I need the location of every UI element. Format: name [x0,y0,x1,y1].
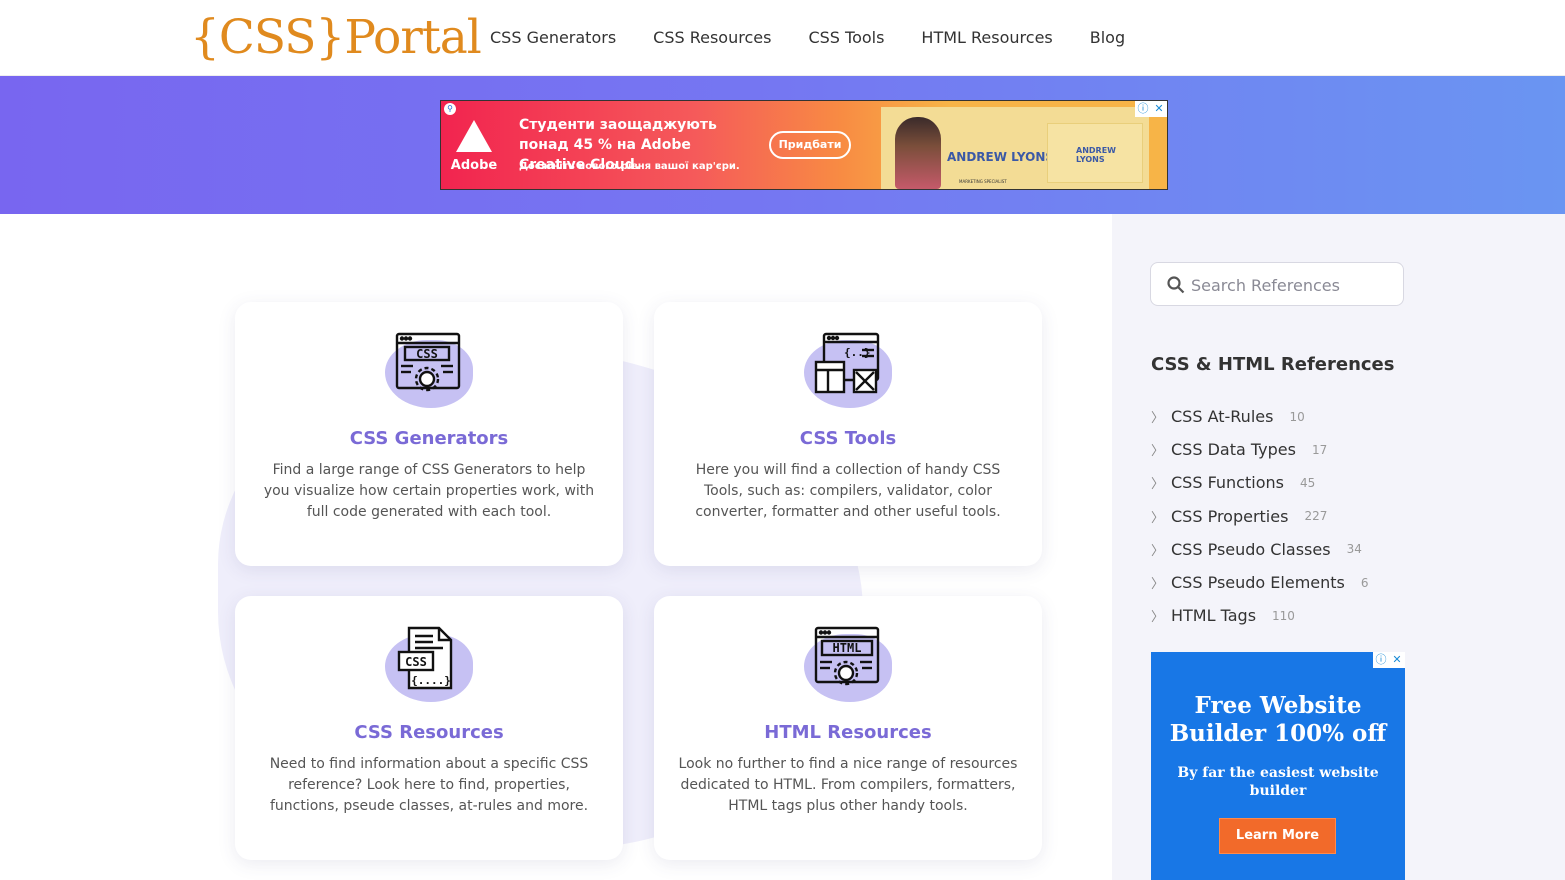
site-header: {CSS}Portal CSS Generators CSS Resources… [0,0,1565,76]
ref-count: 17 [1311,442,1328,457]
ad-controls: ⓘ ✕ [1373,652,1405,668]
ref-item-css-pseudo-elements[interactable]: 〉 CSS Pseudo Elements 6 [1151,566,1369,599]
ref-count: 227 [1304,509,1328,524]
html-resources-icon: HTML [802,626,894,704]
ref-count: 6 [1360,575,1369,590]
ref-label[interactable]: CSS Pseudo Classes [1171,540,1331,559]
card-title[interactable]: HTML Resources [654,722,1042,743]
svg-text:HTML: HTML [833,641,862,655]
card-title[interactable]: CSS Generators [235,428,623,449]
ref-count: 34 [1346,542,1362,557]
ad-info-icon[interactable]: ⓘ [1135,101,1151,117]
ref-label[interactable]: CSS Functions [1171,473,1284,492]
css-tools-icon: {..} [802,332,894,410]
ref-item-css-functions[interactable]: 〉 CSS Functions 45 [1151,466,1369,499]
card-description: Here you will find a collection of handy… [695,462,1001,520]
chevron-right-icon: 〉 [1151,411,1165,427]
css-resources-icon: CSS {....} [383,626,475,704]
ref-label[interactable]: HTML Tags [1171,606,1256,625]
chevron-right-icon: 〉 [1151,610,1165,626]
nav-html-resources[interactable]: HTML Resources [921,26,1052,50]
card-css-generators[interactable]: CSS CSS Generators Find a large range of… [235,302,623,566]
ref-label[interactable]: CSS Pseudo Elements [1171,573,1345,592]
ref-item-css-at-rules[interactable]: 〉 CSS At-Rules 10 [1151,400,1369,433]
ref-label[interactable]: CSS Properties [1171,507,1288,526]
top-ad-banner[interactable]: ⚲ Adobe Студенти заощаджують понад 45 % … [440,100,1168,190]
ref-label[interactable]: CSS Data Types [1171,440,1296,459]
ad-subline: Досягніть нового рівня вашої кар'єри. [519,161,740,172]
ref-count: 45 [1299,475,1316,490]
css-generator-icon: CSS [383,332,475,410]
adobe-a-icon [456,119,492,152]
nav-css-resources[interactable]: CSS Resources [653,26,771,50]
svg-text:CSS: CSS [405,655,427,669]
ad-info-icon[interactable]: ⓘ [1373,652,1389,668]
ad-title: Free Website Builder 100% off [1169,692,1387,747]
learn-more-button[interactable]: Learn More [1219,818,1336,854]
ref-item-css-pseudo-classes[interactable]: 〉 CSS Pseudo Classes 34 [1151,533,1369,566]
ad-subtitle: By far the easiest website builder [1177,765,1379,799]
adobe-brand-text: Adobe [450,157,498,173]
chevron-right-icon: 〉 [1151,444,1165,460]
adobe-logo: Adobe [441,101,507,189]
ad-person-image [895,117,941,189]
card-description: Find a large range of CSS Generators to … [263,462,595,520]
ad-person-name: ANDREW LYONS [947,150,1055,164]
ref-count: 10 [1289,409,1305,424]
nav-css-generators[interactable]: CSS Generators [490,26,616,50]
chevron-right-icon: 〉 [1151,510,1165,526]
sidebar-ad[interactable]: ⓘ ✕ Free Website Builder 100% off By far… [1151,652,1405,880]
ad-buy-button[interactable]: Придбати [769,131,851,159]
card-css-tools[interactable]: {..} CSS Tools Here you will find a coll… [654,302,1042,566]
chevron-right-icon: 〉 [1151,543,1165,559]
card-description: Look no further to find a nice range of … [678,756,1018,814]
ad-business-card: ANDREW LYONS [1047,123,1143,183]
card-description: Need to find information about a specifi… [269,756,589,814]
card-title[interactable]: CSS Tools [654,428,1042,449]
ad-close-icon[interactable]: ✕ [1151,101,1167,117]
ad-photo: ANDREW LYONS MARKETING SPECIALIST ANDREW… [881,107,1149,189]
references-heading: CSS & HTML References [1151,354,1395,375]
ad-close-icon[interactable]: ✕ [1389,652,1405,668]
svg-text:CSS: CSS [416,347,438,361]
ref-count: 110 [1272,608,1295,623]
card-css-resources[interactable]: CSS {....} CSS Resources Need to find in… [235,596,623,860]
search-box[interactable] [1150,262,1404,306]
ad-card-name: ANDREW LYONS [1076,146,1116,164]
hero-banner: ⚲ Adobe Студенти заощаджують понад 45 % … [0,76,1565,214]
card-title[interactable]: CSS Resources [235,722,623,743]
site-logo[interactable]: {CSS}Portal [190,8,482,68]
search-icon [1167,276,1185,294]
search-input[interactable] [1191,271,1391,299]
ref-label[interactable]: CSS At-Rules [1171,407,1273,426]
nav-css-tools[interactable]: CSS Tools [808,26,884,50]
ref-item-css-properties[interactable]: 〉 CSS Properties 227 [1151,500,1369,533]
svg-text:{....}: {....} [411,674,451,687]
main-nav: CSS Generators CSS Resources CSS Tools H… [490,26,1162,50]
card-html-resources[interactable]: HTML HTML Resources Look no further to f… [654,596,1042,860]
ref-item-css-data-types[interactable]: 〉 CSS Data Types 17 [1151,433,1369,466]
sidebar: CSS & HTML References 〉 CSS At-Rules 10 〉 C… [1112,214,1565,880]
ad-controls: ⓘ ✕ [1135,101,1167,117]
chevron-right-icon: 〉 [1151,577,1165,593]
references-list: 〉 CSS At-Rules 10 〉 CSS Data Types 17 〉 CSS F… [1151,400,1369,632]
ad-person-title: MARKETING SPECIALIST [959,179,1007,184]
nav-blog[interactable]: Blog [1090,26,1125,50]
ref-item-html-tags[interactable]: 〉 HTML Tags 110 [1151,599,1369,632]
chevron-right-icon: 〉 [1151,477,1165,493]
